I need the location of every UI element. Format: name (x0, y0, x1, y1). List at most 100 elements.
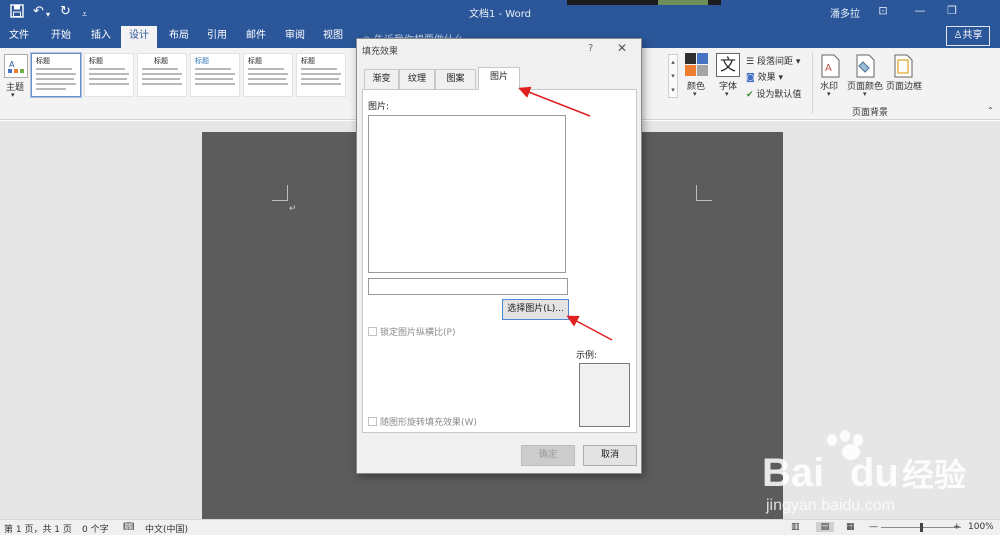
tab-pattern[interactable]: 图案 (435, 69, 476, 89)
page-color-dropdown-icon[interactable]: ▾ (863, 90, 867, 98)
tab-gradient[interactable]: 渐变 (364, 69, 399, 89)
tab-references[interactable]: 引用 (200, 28, 234, 48)
watermark-url: jingyan.baidu.com (765, 497, 895, 514)
lock-aspect-label: 锁定图片纵横比(P) (380, 328, 456, 338)
tab-review[interactable]: 审阅 (278, 28, 312, 48)
page-color-icon[interactable] (855, 54, 879, 78)
group-divider (812, 52, 813, 114)
sample-preview (579, 363, 630, 427)
picture-tab-panel: 图片: 选择图片(L)... 锁定图片纵横比(P) 示例: 随图形旋转填充效果(… (362, 89, 637, 433)
margin-corner-mark (272, 185, 288, 201)
style-thumbnail[interactable]: 标题 (243, 53, 293, 97)
word-count[interactable]: 0 个字 (82, 522, 109, 535)
user-name[interactable]: 潘多拉 (830, 5, 860, 20)
lock-aspect-checkbox[interactable]: 锁定图片纵横比(P) (368, 325, 455, 338)
rotate-with-shape-checkbox[interactable]: 随图形旋转填充效果(W) (368, 415, 477, 428)
tab-layout[interactable]: 布局 (162, 28, 196, 48)
page-count[interactable]: 第 1 页，共 1 页 (4, 522, 72, 535)
style-thumbnail[interactable]: 标题 (296, 53, 346, 97)
read-mode-icon[interactable]: ▥ (791, 522, 800, 532)
page-background-group-label: 页面背景 (852, 108, 889, 118)
cancel-button[interactable]: 取消 (583, 445, 637, 466)
svg-text:du: du (850, 451, 899, 495)
tab-design[interactable]: 设计 (121, 26, 157, 48)
checkbox-icon (368, 417, 377, 426)
rotate-with-shape-label: 随图形旋转填充效果(W) (380, 418, 477, 428)
svg-text:经验: 经验 (902, 456, 966, 494)
style-thumbnail[interactable]: 标题 (84, 53, 134, 97)
style-thumbnail-title: 标题 (301, 57, 315, 65)
fonts-icon[interactable]: 文 (716, 53, 740, 77)
paragraph-spacing-label: 段落间距 (756, 57, 793, 67)
page-borders-label[interactable]: 页面边框 (886, 79, 922, 92)
share-button[interactable]: ♙共享 (946, 26, 990, 46)
style-thumbnail[interactable]: 标题 (31, 53, 81, 97)
print-layout-icon[interactable]: ▤ (816, 522, 834, 532)
theme-label[interactable]: 主题 (6, 80, 24, 93)
picture-file-field (368, 278, 568, 295)
zoom-out-button[interactable]: — (869, 522, 878, 532)
proofing-icon[interactable]: 📖︎ (123, 522, 134, 532)
share-label: 共享 (962, 30, 983, 41)
paragraph-spacing-button[interactable]: ☰ 段落间距 ▾ (746, 54, 800, 67)
web-layout-icon[interactable]: ▦ (846, 522, 855, 532)
ribbon-display-options-icon[interactable]: ⊡ (873, 3, 893, 19)
gallery-scroll[interactable]: ▴ ▾ ▾ (668, 54, 678, 98)
svg-text:Bai: Bai (762, 451, 824, 495)
baidu-logo-icon: Bai du 经验 jingyan.baidu.com (762, 430, 966, 514)
tab-picture[interactable]: 图片 (478, 67, 520, 90)
zoom-slider[interactable] (881, 523, 961, 532)
ok-button[interactable]: 确定 (521, 445, 575, 466)
maximize-button[interactable]: ❐ (942, 3, 962, 19)
style-thumbnail-title: 标题 (36, 57, 50, 65)
document-format-gallery: 标题 标题 标题 标题 标题 标题 (31, 53, 355, 101)
zoom-slider-thumb[interactable] (919, 523, 923, 532)
baidu-jingyan-watermark: Bai du 经验 jingyan.baidu.com (760, 428, 1000, 520)
style-thumbnail[interactable]: 标题 (137, 53, 187, 97)
style-thumbnail[interactable]: 标题 (190, 53, 240, 97)
colors-dropdown-icon[interactable]: ▾ (693, 90, 697, 98)
collapse-ribbon-icon[interactable]: ⌃ (987, 106, 994, 115)
picture-preview (368, 115, 566, 273)
colors-icon[interactable] (685, 53, 709, 77)
effects-button[interactable]: ◙ 效果 ▾ (746, 70, 783, 83)
style-thumbnail-title: 标题 (154, 57, 168, 65)
watermark-dropdown-icon[interactable]: ▾ (827, 90, 831, 98)
fonts-dropdown-icon[interactable]: ▾ (725, 90, 729, 98)
effects-icon: ◙ (746, 73, 758, 83)
help-button[interactable]: ? (588, 43, 593, 54)
style-thumbnail-title: 标题 (195, 57, 209, 65)
tab-mailings[interactable]: 邮件 (239, 28, 273, 48)
picture-label: 图片: (368, 102, 390, 112)
page-borders-icon[interactable] (893, 54, 917, 78)
close-icon[interactable]: ✕ (617, 41, 627, 55)
minimize-button[interactable]: — (910, 3, 930, 19)
svg-text:A: A (825, 63, 832, 74)
effects-label: 效果 (757, 73, 776, 83)
paragraph-spacing-icon: ☰ (746, 57, 757, 67)
tab-insert[interactable]: 插入 (84, 28, 118, 48)
select-picture-button[interactable]: 选择图片(L)... (502, 299, 569, 320)
fill-effects-dialog: 填充效果 ? ✕ 渐变 纹理 图案 图片 图片: 选择图片(L)... 锁定图片… (356, 38, 642, 474)
checkbox-icon (368, 327, 377, 336)
set-default-button[interactable]: ✔ 设为默认值 (746, 87, 801, 100)
language[interactable]: 中文(中国) (145, 522, 188, 535)
zoom-level[interactable]: 100% (968, 522, 994, 532)
tab-file[interactable]: 文件 (4, 28, 34, 48)
tab-texture[interactable]: 纹理 (399, 69, 435, 89)
overlay-thumbnail-image (658, 0, 708, 5)
dialog-title: 填充效果 (362, 47, 399, 57)
sample-label: 示例: (576, 351, 598, 361)
svg-text:A: A (9, 60, 15, 69)
zoom-in-button[interactable]: + (953, 522, 961, 532)
theme-icon[interactable]: A (4, 54, 28, 78)
watermark-icon[interactable]: A (820, 54, 844, 78)
margin-corner-mark (696, 185, 712, 201)
paragraph-mark-icon: ↵ (289, 204, 297, 214)
checkmark-icon: ✔ (746, 90, 757, 100)
tab-view[interactable]: 视图 (316, 28, 350, 48)
tab-home[interactable]: 开始 (44, 28, 78, 48)
status-bar: 第 1 页，共 1 页 0 个字 📖︎ 中文(中国) ▥ ▤ ▦ — + 100… (0, 519, 1000, 535)
set-default-label: 设为默认值 (756, 90, 802, 100)
theme-dropdown-icon[interactable]: ▾ (11, 91, 15, 99)
